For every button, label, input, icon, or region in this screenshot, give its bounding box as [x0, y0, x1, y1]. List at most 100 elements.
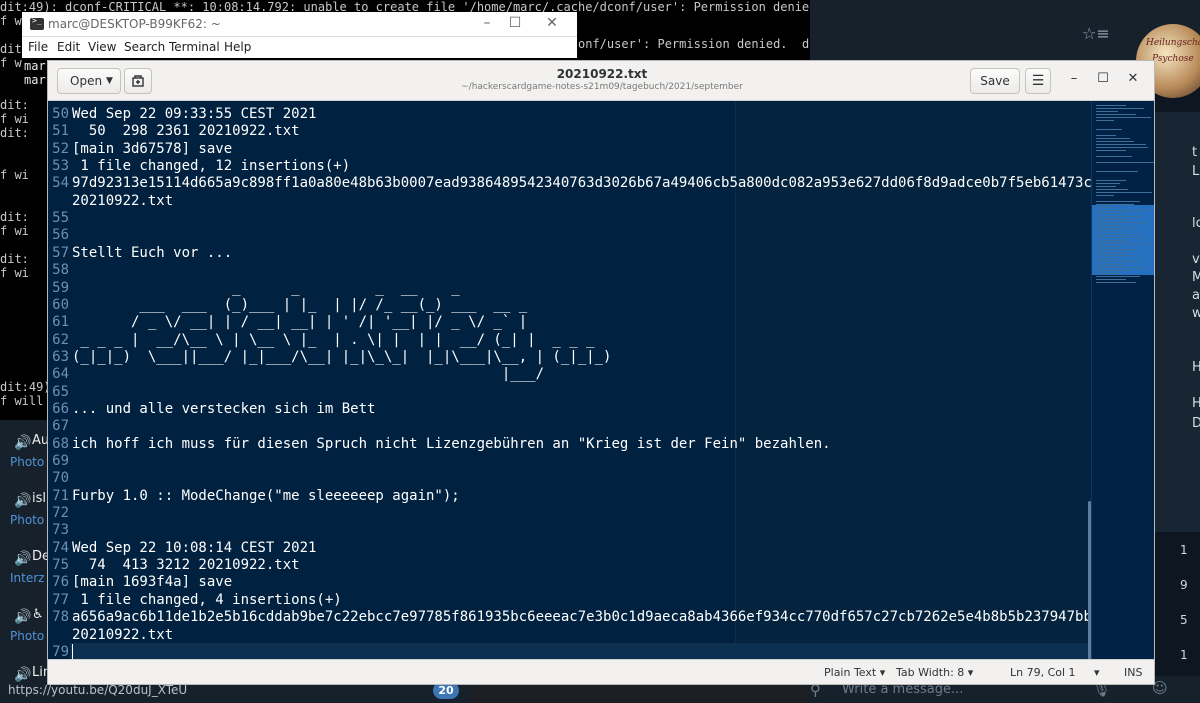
- terminal-line: mar: [24, 59, 46, 73]
- minimap-line: [1096, 204, 1134, 205]
- minimap-line: [1096, 162, 1154, 163]
- editor-line[interactable]: ___ ___ (_)___ | |_ | |/ /_ __(_) ___ __…: [72, 297, 527, 314]
- minimap-line: [1096, 138, 1130, 139]
- position-chevron-down-icon[interactable]: ▾: [1094, 666, 1100, 679]
- line-number: 71: [52, 487, 69, 504]
- insert-mode-indicator: INS: [1124, 666, 1143, 679]
- maximize-button[interactable]: ☐: [505, 15, 525, 31]
- minimize-button[interactable]: –: [1064, 71, 1084, 86]
- menu-help[interactable]: Help: [224, 40, 251, 54]
- minimap-line: [1096, 108, 1144, 109]
- tab-width-selector[interactable]: Tab Width: 8 ▾: [896, 666, 973, 679]
- close-button[interactable]: ✕: [542, 15, 562, 31]
- terminal-output-line: f wi: [0, 168, 29, 182]
- line-number: 53: [52, 158, 69, 175]
- editor-headerbar[interactable]: Open ▼ 20210922.txt ~/hackerscardgame-no…: [48, 61, 1154, 101]
- speaker-icon: 🔊: [14, 609, 32, 625]
- cursor-position[interactable]: Ln 79, Col 1: [1010, 666, 1076, 679]
- minimap-line: [1096, 249, 1138, 250]
- editor-line[interactable]: Wed Sep 22 09:33:55 CEST 2021: [72, 106, 316, 123]
- editor-line[interactable]: |___/: [72, 366, 544, 383]
- text-editor-window[interactable]: Open ▼ 20210922.txt ~/hackerscardgame-no…: [47, 60, 1155, 685]
- minimap-line: [1096, 270, 1132, 271]
- line-number: 51: [52, 123, 69, 140]
- editor-line[interactable]: (_|_|_) \___||___/ |_|___/\__| |_|\_\_| …: [72, 349, 611, 366]
- minimap-line: [1096, 252, 1128, 253]
- tab-width-label: Tab Width: 8: [896, 666, 965, 679]
- minimap-line: [1096, 213, 1124, 214]
- line-number: 73: [52, 522, 69, 539]
- minimap-line: [1096, 150, 1126, 151]
- editor-line[interactable]: _ _ _ __ _: [72, 280, 460, 297]
- message-fragment: v: [1192, 252, 1200, 267]
- chat-list-item-subtitle: Photo: [10, 455, 45, 469]
- minimap-line: [1096, 186, 1116, 187]
- editor-line[interactable]: Stellt Euch vor ...: [72, 245, 232, 262]
- menu-view[interactable]: View: [88, 40, 116, 54]
- editor-line[interactable]: 1 file changed, 12 insertions(+): [72, 158, 350, 175]
- line-number-gutter: 4950515253545556575859606162636465666768…: [48, 101, 70, 659]
- editor-line[interactable]: a656a9ac6b11de1b2e5b16cddab9be7c22ebcc7e…: [72, 609, 1091, 626]
- terminal-output-line: onf/user': Permission denied. d: [578, 37, 810, 51]
- line-number: 55: [52, 210, 69, 227]
- editor-line[interactable]: 97d92313e15114d665a9c898ff1a0a80e48b63b0…: [72, 175, 1091, 192]
- editor-line[interactable]: [main 3d67578] save: [72, 141, 232, 158]
- chat-list-item-title: ♿: [32, 607, 44, 622]
- editor-line[interactable]: Furby 1.0 :: ModeChange("me sleeeeeep ag…: [72, 488, 460, 505]
- current-line-highlight: [48, 643, 1091, 659]
- minimap-line: [1096, 195, 1114, 196]
- terminal-output-line: dit:: [0, 210, 29, 224]
- menu-file[interactable]: File: [28, 40, 48, 54]
- minimap-line: [1096, 114, 1136, 115]
- pinned-messages-icon[interactable]: ☆≡: [1082, 24, 1110, 43]
- minimap-line: [1096, 246, 1120, 247]
- message-fragment: L: [1192, 164, 1200, 179]
- message-fragment: t: [1192, 145, 1198, 160]
- editor-line[interactable]: Wed Sep 22 10:08:14 CEST 2021: [72, 540, 316, 557]
- line-number: 57: [52, 244, 69, 261]
- line-number: 59: [52, 279, 69, 296]
- message-fragment: H: [1192, 360, 1200, 375]
- menu-terminal[interactable]: Terminal: [169, 40, 220, 54]
- editor-line[interactable]: 20210922.txt: [72, 193, 173, 210]
- minimap-line: [1096, 111, 1118, 112]
- editor-line[interactable]: 20210922.txt: [72, 627, 173, 644]
- minimap-line: [1096, 192, 1152, 193]
- hamburger-menu-icon[interactable]: ☰: [1025, 68, 1051, 94]
- maximize-button[interactable]: ☐: [1093, 71, 1113, 86]
- language-selector[interactable]: Plain Text ▾: [824, 666, 885, 679]
- terminal-output-line: f wi: [0, 266, 29, 280]
- editor-line[interactable]: 74 413 3212 20210922.txt: [72, 557, 300, 574]
- editor-line[interactable]: 50 298 2361 20210922.txt: [72, 123, 300, 140]
- line-number: 62: [52, 331, 69, 348]
- terminal-titlebar[interactable]: marc@DESKTOP-B99KF62: ~ – ☐ ✕: [22, 12, 577, 37]
- text-cursor: [72, 644, 73, 659]
- editor-line[interactable]: [main 1693f4a] save: [72, 574, 232, 591]
- minimap-line: [1096, 183, 1120, 184]
- editor-line[interactable]: ... und alle verstecken sich im Bett: [72, 401, 375, 418]
- editor-line[interactable]: / _ \/ __| | / __| __| | ' /| '__| |/ _ …: [72, 314, 527, 331]
- line-number: 61: [52, 314, 69, 331]
- terminal-output-line: f wi: [0, 112, 29, 126]
- line-number: 78: [52, 609, 69, 626]
- minimap-line: [1096, 117, 1151, 118]
- minimap-line: [1096, 228, 1136, 229]
- text-editing-area[interactable]: 4950515253545556575859606162636465666768…: [48, 101, 1091, 659]
- message-fragment: a: [1192, 288, 1200, 303]
- minimize-button[interactable]: –: [477, 15, 497, 31]
- line-number: 54: [52, 175, 69, 192]
- editor-line[interactable]: ich hoff ich muss für diesen Spruch nich…: [72, 436, 831, 453]
- line-number: 72: [52, 505, 69, 522]
- document-minimap[interactable]: [1091, 101, 1154, 659]
- save-button[interactable]: Save: [970, 68, 1020, 94]
- minimap-line: [1096, 264, 1124, 265]
- minimap-line: [1096, 240, 1126, 241]
- editor-line[interactable]: 1 file changed, 4 insertions(+): [72, 592, 341, 609]
- speaker-icon: 🔊: [14, 435, 32, 451]
- editor-line[interactable]: _ _ _ | __/\__ \ | \__ \ |_ | . \| | | |…: [72, 332, 594, 349]
- line-number: 75: [52, 557, 69, 574]
- menu-search[interactable]: Search: [124, 40, 165, 54]
- line-number: 65: [52, 383, 69, 400]
- menu-edit[interactable]: Edit: [57, 40, 80, 54]
- close-button[interactable]: ✕: [1123, 71, 1143, 86]
